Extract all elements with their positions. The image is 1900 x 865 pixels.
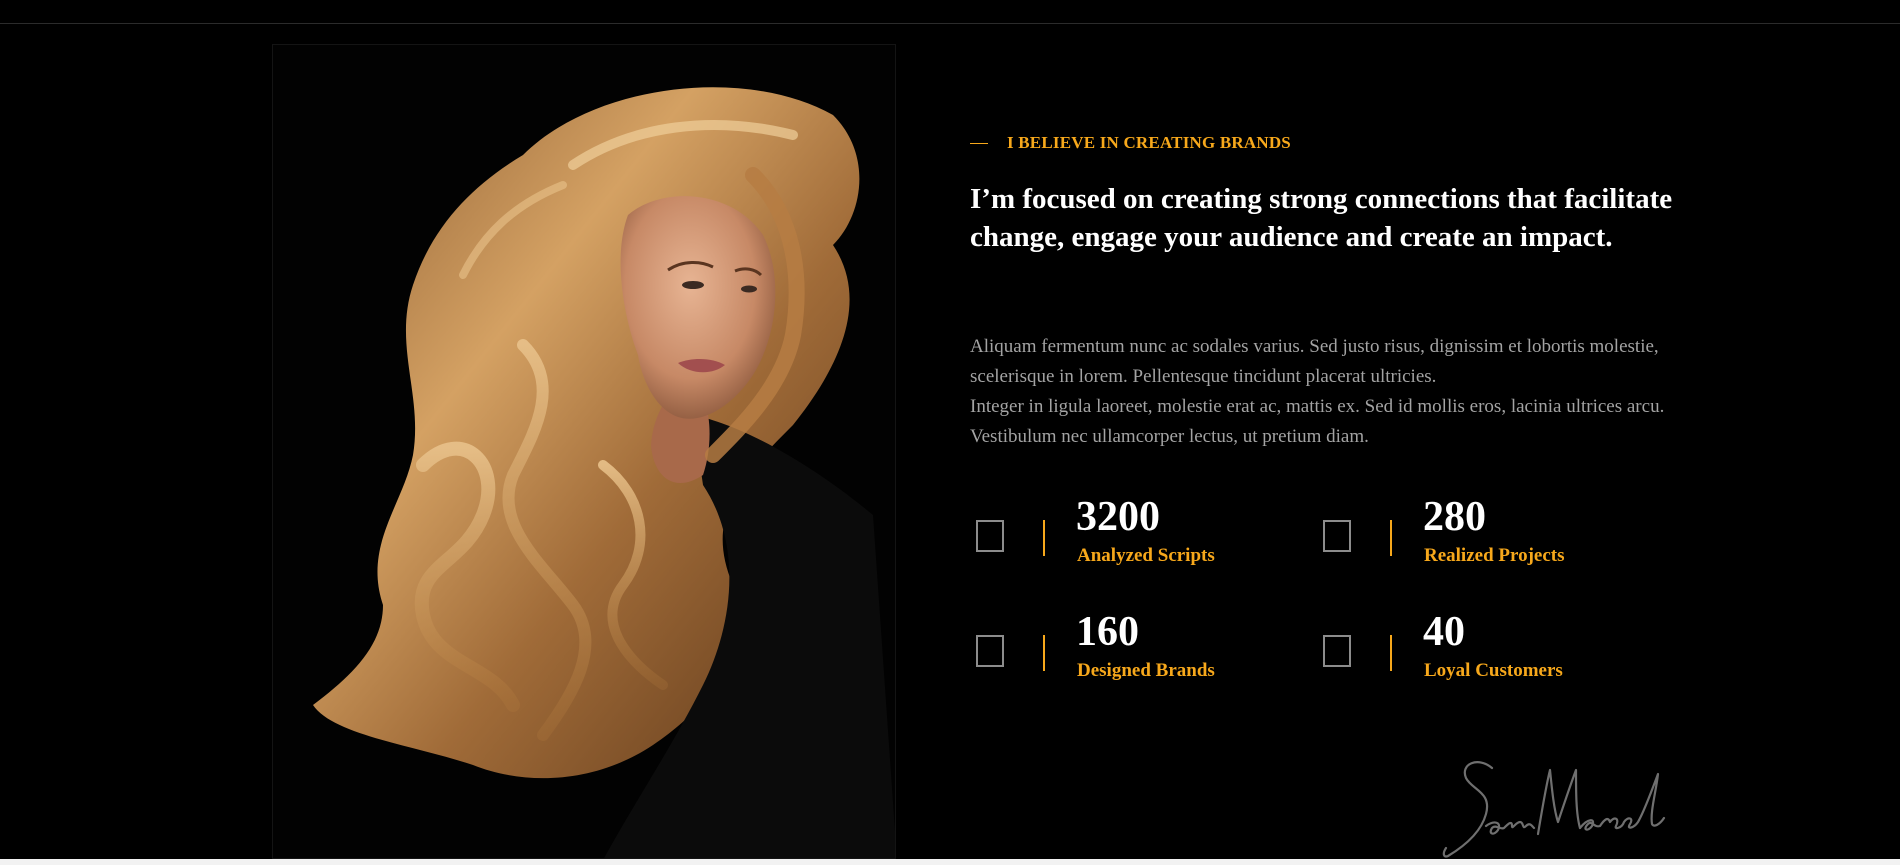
stat-label: Loyal Customers — [1424, 660, 1563, 681]
body-paragraph: Integer in ligula laoreet, molestie erat… — [970, 396, 1665, 447]
stat-value: 160 — [1076, 609, 1139, 655]
stat-label: Analyzed Scripts — [1077, 545, 1215, 566]
stat-realized-projects: 280 Realized Projects — [1317, 494, 1637, 580]
stat-loyal-customers: 40 Loyal Customers — [1317, 609, 1637, 695]
stat-divider — [1390, 520, 1392, 556]
body-paragraph: Aliquam fermentum nunc ac sodales varius… — [970, 336, 1659, 387]
eyebrow-text: I BELIEVE IN CREATING BRANDS — [1007, 133, 1291, 152]
customer-icon — [1323, 635, 1351, 667]
stat-label: Realized Projects — [1424, 545, 1565, 566]
stat-divider — [1390, 635, 1392, 671]
stat-designed-brands: 160 Designed Brands — [970, 609, 1290, 695]
portrait-image — [272, 44, 896, 859]
section-body: Aliquam fermentum nunc ac sodales varius… — [970, 332, 1670, 452]
top-divider — [0, 23, 1900, 24]
stat-label: Designed Brands — [1077, 660, 1215, 681]
stat-value: 40 — [1423, 609, 1465, 655]
bottom-divider — [0, 859, 1900, 865]
eyebrow-dash — [970, 142, 988, 144]
stat-analyzed-scripts: 3200 Analyzed Scripts — [970, 494, 1290, 580]
project-icon — [1323, 520, 1351, 552]
section-eyebrow: I BELIEVE IN CREATING BRANDS — [970, 133, 1291, 153]
section-headline: I’m focused on creating strong connectio… — [970, 183, 1673, 253]
stat-divider — [1043, 520, 1045, 556]
signature-image — [1430, 730, 1680, 860]
brand-icon — [976, 635, 1004, 667]
script-icon — [976, 520, 1004, 552]
stat-value: 3200 — [1076, 494, 1160, 540]
stat-value: 280 — [1423, 494, 1486, 540]
stat-divider — [1043, 635, 1045, 671]
